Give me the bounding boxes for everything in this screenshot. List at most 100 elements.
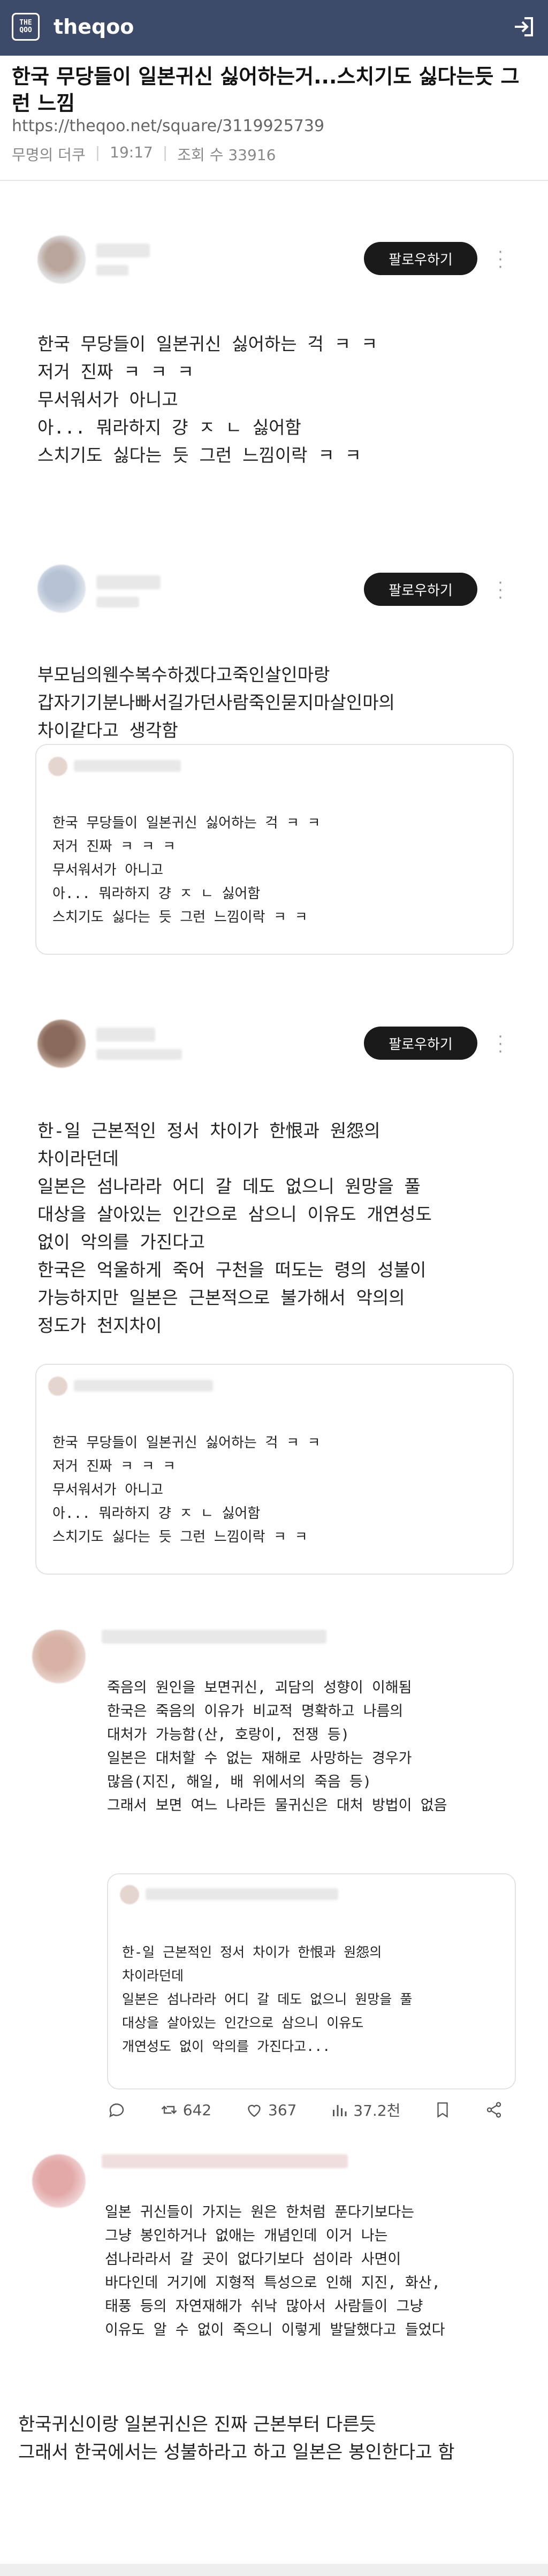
tweet-text: 죽음의 원인을 보면귀신, 괴담의 성향이 이해됨 한국은 죽음의 이유가 비교적… [107,1653,447,1841]
blurred-username [146,1888,338,1900]
tweet-line: 바다인데 거기에 지형적 특성으로 인해 지진, 화산, [105,2275,440,2291]
reply-button[interactable] [107,2100,126,2119]
body-line: 그래서 한국에서는 성불하라고 하고 일본은 봉인한다고 함 [18,2442,455,2463]
tweet-text: 일본 귀신들이 가지는 원은 한처럼 푼다기보다는그냥 봉인하거나 없애는 개념… [105,2177,445,2366]
quoted-line: 대상을 살아있는 인간으로 삼으니 이유도 [122,2015,364,2031]
tweet-line: 섬나라라서 갈 곳이 없다기보다 섬이라 사면이 [105,2251,401,2268]
header-divider [0,180,548,181]
post-url[interactable]: https://theqoo.net/square/3119925739 [12,117,324,135]
follow-button[interactable]: 팔로우하기 [364,242,477,275]
blurred-username [102,2154,348,2168]
blurred-handle [96,1049,182,1060]
avatar[interactable] [37,565,86,613]
retweet-button[interactable]: 642 [159,2100,211,2119]
reply-icon [109,2103,124,2118]
quoted-tweet[interactable]: 한국 무당들이 일본귀신 싫어하는 걱 ㅋ ㅋ 저거 진짜 ㅋ ㅋ ㅋ 무서워서가 … [35,1364,514,1575]
like-count: 367 [268,2101,297,2119]
quoted-avatar [120,1885,139,1904]
quoted-line: 무서워서가 아니고 [52,1482,164,1498]
view-count: 37.2천 [353,2102,401,2119]
more-options-icon[interactable]: · · · [498,245,503,276]
quoted-line: 한국 무당들이 일본귀신 싫어하는 걱 ㅋ ㅋ [52,815,321,831]
tweet-line: 차이라던데 [37,1148,119,1169]
post-body-text: 한국귀신이랑 일본귀신은 진짜 근본부터 다른듯 그래서 한국에서는 성불하라고 … [18,2383,455,2494]
tweet-line: 아... 뭐라하지 걍 ㅈ ㄴ 싫어함 [37,417,301,438]
brand-name[interactable]: theqoo [54,15,134,39]
tweet-line: 없이 악의를 가진다고 [37,1232,205,1252]
share-icon [486,2102,501,2118]
quoted-line: 한-일 근본적인 정서 차이가 한恨과 원怨의 [122,1944,382,1960]
top-bar: THE QOO theqoo [0,0,548,56]
tweet-line: 대처가 가능함(산, 호랑이, 전쟁 등) [107,1727,349,1743]
blurred-username [96,244,150,257]
tweet-line: 이유도 알 수 없이 죽으니 이렇게 발달했다고 들었다 [105,2322,445,2338]
tweet-line: 대상을 살아있는 인간으로 삼으니 이유도 개연성도 [37,1204,432,1225]
quoted-line: 아... 뭐라하지 걍 ㅈ ㄴ 싫어함 [52,886,261,902]
quoted-avatar [48,1377,67,1396]
tweet-line: 갑자기기분나빠서길가던사람죽인묻지마살인마의 [37,692,395,713]
post-title: 한국 무당들이 일본귀신 싫어하는거...스치기도 싫다는듯 그런 느낌 [12,65,520,115]
meta-separator: | [95,143,101,161]
share-button[interactable] [485,2101,503,2119]
tweet-line: 저거 진짜 ㅋ ㅋ ㅋ [37,361,194,382]
tweet-line: 부모님의웬수복수하겠다고죽인살인마랑 [37,664,330,685]
follow-button[interactable]: 팔로우하기 [364,573,477,606]
quoted-line: 저거 진짜 ㅋ ㅋ ㅋ [52,839,176,855]
quoted-text: 한국 무당들이 일본귀신 싫어하는 걱 ㅋ ㅋ 저거 진짜 ㅋ ㅋ ㅋ 무서워서가 … [52,788,321,976]
avatar[interactable] [37,235,86,284]
blurred-username [74,760,181,772]
quoted-line: 개연성도 없이 악의를 가진다고... [122,2039,331,2054]
blurred-username [74,1380,213,1392]
avatar[interactable] [32,2154,86,2208]
more-options-icon[interactable]: · · · [498,575,503,606]
tweet-text: 한-일 근본적인 정서 차이가 한恨과 원怨의차이라던데일본은 섬나라라 어디 … [37,1089,432,1367]
theqoo-logo[interactable]: THE QOO [12,13,40,41]
views-button[interactable]: 37.2천 [330,2099,400,2121]
heart-icon [248,2104,261,2117]
tweet-line: 그냥 봉인하거나 없애는 개념인데 이거 나는 [105,2228,388,2244]
retweet-icon [161,2106,177,2114]
quoted-line: 한국 무당들이 일본귀신 싫어하는 걱 ㅋ ㅋ [52,1435,321,1451]
bookmark-button[interactable] [433,2101,452,2119]
tweet-line: 태풍 등의 자연재해가 쉬낙 많아서 사람들이 그냥 [105,2298,423,2315]
avatar[interactable] [32,1630,86,1683]
quoted-line: 차이라던데 [122,1968,184,1984]
login-icon[interactable] [511,14,536,40]
tweet-line: 한-일 근본적인 정서 차이가 한恨과 원怨의 [37,1120,380,1141]
follow-button[interactable]: 팔로우하기 [364,1027,477,1060]
tweet-line: 한국은 죽음의 이유가 비교적 명확하고 나름의 [107,1703,404,1720]
retweet-count: 642 [182,2101,212,2119]
quoted-text: 한-일 근본적인 정서 차이가 한恨과 원怨의차이라던데일본은 섬나라라 어디 … [122,1917,412,2106]
blurred-username [96,575,161,589]
tweet-line: 그래서 보면 여느 나라든 물귀신은 대처 방법이 없음 [107,1797,447,1814]
quoted-line: 무서워서가 아니고 [52,862,164,878]
more-options-icon[interactable]: · · · [498,1029,503,1060]
quoted-line: 일본은 섬나라라 어디 갈 데도 없으니 원망을 풀 [122,1992,413,2007]
blurred-username [96,1028,155,1042]
tweet-line: 스치기도 싫다는 듯 그런 느낌이락 ㅋ ㅋ [37,445,361,466]
tweet-line: 일본은 섬나라라 어디 갈 데도 없으니 원망을 풀 [37,1176,421,1197]
post-author: 무명의 더쿠 [12,146,86,164]
quoted-line: 스치기도 싫다는 듯 그런 느낌이락 ㅋ ㅋ [52,1529,308,1545]
tweet-line: 가능하지만 일본은 근본적으로 불가해서 악의의 [37,1287,405,1308]
post-meta: 무명의 더쿠 | 19:17 | 조회 수 33916 [12,143,276,165]
quoted-line: 스치기도 싫다는 듯 그런 느낌이락 ㅋ ㅋ [52,909,308,925]
post-views: 조회 수 33916 [177,146,276,164]
quoted-line: 저거 진짜 ㅋ ㅋ ㅋ [52,1458,176,1475]
blurred-handle [96,597,139,607]
post-time: 19:17 [110,143,153,161]
tweet-line: 일본 귀신들이 가지는 원은 한처럼 푼다기보다는 [105,2204,415,2221]
quoted-tweet[interactable]: 한-일 근본적인 정서 차이가 한恨과 원怨의차이라던데일본은 섬나라라 어디 … [107,1873,516,2089]
tweet-line: 차이같다고 생각함 [37,720,178,741]
tweet-line: 무서워서가 아니고 [37,389,178,410]
quoted-tweet[interactable]: 한국 무당들이 일본귀신 싫어하는 걱 ㅋ ㅋ 저거 진짜 ㅋ ㅋ ㅋ 무서워서가 … [35,744,514,955]
views-icon [333,2105,347,2116]
avatar[interactable] [37,1020,86,1068]
blurred-username [102,1630,326,1644]
bookmark-icon [437,2102,448,2118]
like-button[interactable]: 367 [245,2100,297,2119]
tweet-line: 한국 무당들이 일본귀신 싫어하는 걱 ㅋ ㅋ [37,333,378,354]
tweet-text: 한국 무당들이 일본귀신 싫어하는 걱 ㅋ ㅋ 저거 진짜 ㅋ ㅋ ㅋ 무서워서가 … [37,302,377,497]
quoted-avatar [48,757,67,776]
meta-separator: | [162,143,168,161]
